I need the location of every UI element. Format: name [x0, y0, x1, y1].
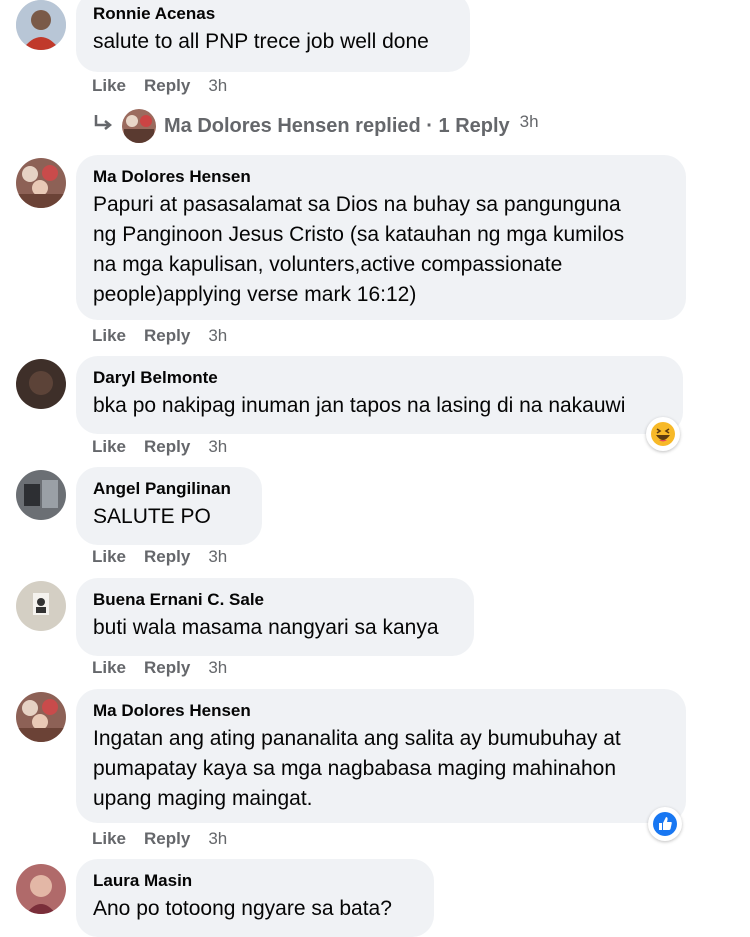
comment-author[interactable]: Angel Pangilinan: [93, 479, 246, 499]
comment-author[interactable]: Ma Dolores Hensen: [93, 167, 670, 187]
comment-text: buti wala masama nangyari sa kanya: [93, 616, 439, 639]
comment-text: SALUTE PO: [93, 505, 211, 528]
avatar[interactable]: [16, 470, 66, 520]
like-button[interactable]: Like: [92, 326, 126, 346]
reply-button[interactable]: Reply: [144, 76, 190, 96]
comment-bubble: Angel Pangilinan SALUTE PO: [76, 467, 262, 545]
comment-author[interactable]: Ma Dolores Hensen: [93, 701, 670, 721]
haha-reaction-icon[interactable]: [646, 417, 680, 451]
comment-time[interactable]: 3h: [208, 829, 227, 849]
comment-text: ng Panginoon Jesus Cristo (sa katauhan n…: [93, 223, 625, 246]
comment-text: Ingatan ang ating pananalita ang salita …: [93, 727, 621, 750]
like-button[interactable]: Like: [92, 437, 126, 457]
comment-bubble: Buena Ernani C. Sale buti wala masama na…: [76, 578, 474, 656]
like-reaction-icon[interactable]: [648, 807, 682, 841]
comment-text: pumapatay kaya sa mga nagbabasa maging m…: [93, 757, 617, 780]
comment-author[interactable]: Laura Masin: [93, 871, 418, 891]
comment-bubble: Ma Dolores Hensen Papuri at pasasalamat …: [76, 155, 686, 320]
comment-text: na mga kapulisan, volunters,active compa…: [93, 253, 563, 276]
avatar[interactable]: [16, 359, 66, 409]
reply-button[interactable]: Reply: [144, 326, 190, 346]
reply-button[interactable]: Reply: [144, 547, 190, 567]
like-button[interactable]: Like: [92, 76, 126, 96]
reply-summary-text[interactable]: Ma Dolores Hensen replied · 1 Reply: [164, 115, 510, 138]
reply-button[interactable]: Reply: [144, 437, 190, 457]
like-button[interactable]: Like: [92, 658, 126, 678]
comment-text: Ano po totoong ngyare sa bata?: [93, 897, 392, 920]
comment-time[interactable]: 3h: [208, 547, 227, 567]
reply-button[interactable]: Reply: [144, 829, 190, 849]
reply-summary-time: 3h: [519, 112, 539, 131]
comment-text: Papuri at pasasalamat sa Dios na buhay s…: [93, 193, 621, 216]
comment-author[interactable]: Daryl Belmonte: [93, 368, 667, 388]
comment-text: bka po nakipag inuman jan tapos na lasin…: [93, 394, 626, 417]
view-replies-link[interactable]: Ma Dolores Hensen replied · 1 Reply 3h: [92, 108, 539, 144]
like-button[interactable]: Like: [92, 829, 126, 849]
comment-time[interactable]: 3h: [208, 437, 227, 457]
comment-actions: Like Reply 3h: [92, 437, 227, 457]
comment-time[interactable]: 3h: [208, 76, 227, 96]
comment-actions: Like Reply 3h: [92, 76, 227, 96]
avatar[interactable]: [16, 581, 66, 631]
reply-avatar: [122, 109, 156, 143]
avatar[interactable]: [16, 692, 66, 742]
avatar[interactable]: [16, 864, 66, 914]
comment-actions: Like Reply 3h: [92, 829, 227, 849]
comment-text: salute to all PNP trece job well done: [93, 30, 429, 53]
comment-bubble: Daryl Belmonte bka po nakipag inuman jan…: [76, 356, 683, 434]
comment-time[interactable]: 3h: [208, 326, 227, 346]
comment-actions: Like Reply 3h: [92, 547, 227, 567]
comment-author[interactable]: Buena Ernani C. Sale: [93, 590, 458, 610]
comment-actions: Like Reply 3h: [92, 326, 227, 346]
comment-bubble: Laura Masin Ano po totoong ngyare sa bat…: [76, 859, 434, 937]
comment-text: upang maging maingat.: [93, 787, 313, 810]
reply-button[interactable]: Reply: [144, 658, 190, 678]
comment-bubble: Ronnie Acenas salute to all PNP trece jo…: [76, 0, 470, 72]
avatar[interactable]: [16, 158, 66, 208]
comment-time[interactable]: 3h: [208, 658, 227, 678]
like-button[interactable]: Like: [92, 547, 126, 567]
avatar[interactable]: [16, 0, 66, 50]
comment-text: people)applying verse mark 16:12): [93, 283, 417, 306]
reply-arrow-icon: [92, 113, 114, 139]
comment-bubble: Ma Dolores Hensen Ingatan ang ating pana…: [76, 689, 686, 823]
comment-author[interactable]: Ronnie Acenas: [93, 4, 454, 24]
comment-actions: Like Reply 3h: [92, 658, 227, 678]
